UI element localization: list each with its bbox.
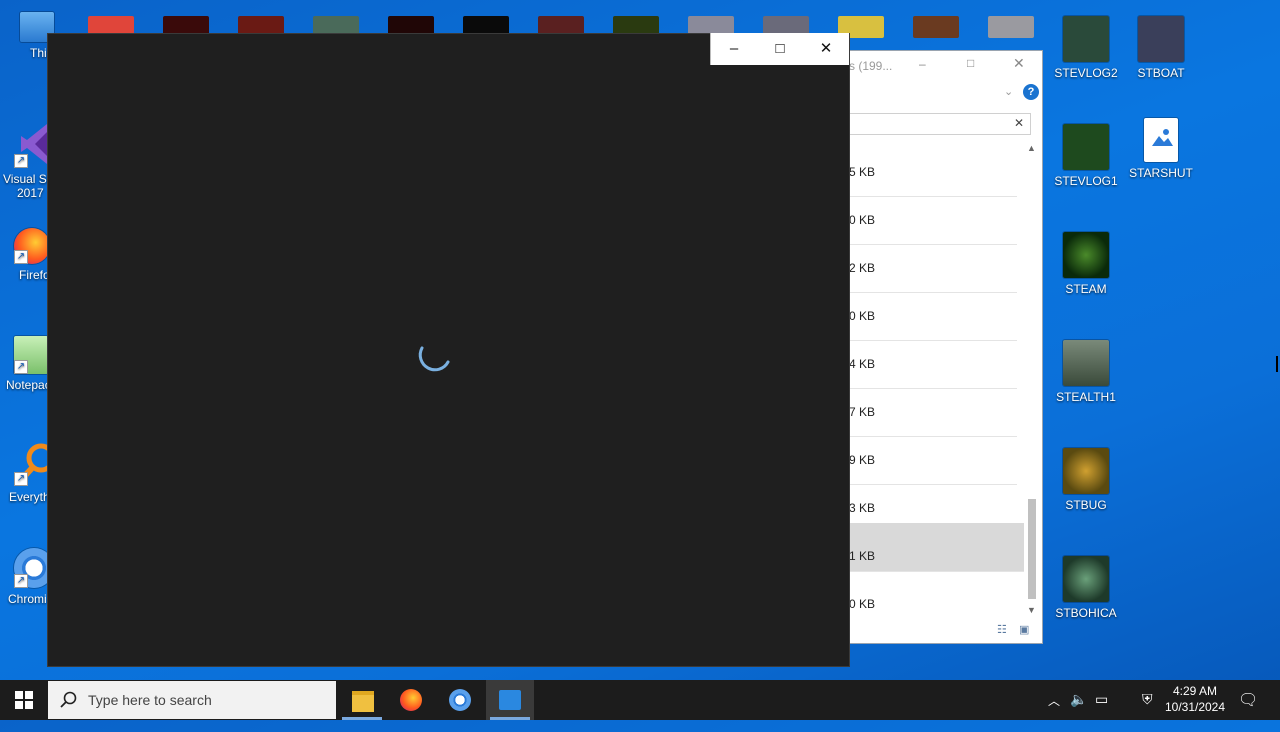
- shortcut-arrow-icon: ↗: [14, 250, 28, 264]
- file-size: 3 KB: [849, 501, 876, 515]
- stbohica-thumbnail-icon: [1063, 556, 1109, 602]
- security-icon[interactable]: ⛨: [1142, 691, 1153, 731]
- maximize-button[interactable]: □: [757, 33, 803, 65]
- stevlog1-thumbnail-icon: [1063, 124, 1109, 170]
- window-controls: – □ ✕: [710, 33, 849, 65]
- taskbar-file-explorer[interactable]: [338, 680, 386, 720]
- photos-icon: [499, 690, 521, 710]
- desktop-icon-stealth1[interactable]: STEALTH1: [1048, 340, 1124, 404]
- stbug-thumbnail-icon: [1063, 448, 1109, 494]
- file-row[interactable]: 2 KB: [849, 245, 1017, 293]
- folder-icon: [352, 691, 374, 712]
- desktop-icon-starshut[interactable]: STARSHUT: [1123, 118, 1199, 180]
- shortcut-arrow-icon: ↗: [14, 154, 28, 168]
- desktop-icon-label: STEVLOG2: [1054, 66, 1118, 80]
- minimize-icon[interactable]: –: [919, 57, 926, 71]
- clear-search-icon[interactable]: ✕: [1014, 116, 1024, 130]
- file-row-selected[interactable]: 1 KB: [849, 523, 1024, 572]
- desktop-icon-label: STEAM: [1065, 282, 1107, 296]
- minimize-button[interactable]: –: [711, 33, 757, 65]
- desktop-icon-stbug[interactable]: STBUG: [1048, 448, 1124, 512]
- help-icon[interactable]: ?: [1023, 84, 1039, 100]
- chevron-down-icon[interactable]: ⌄: [1004, 85, 1013, 98]
- scroll-down-icon[interactable]: ▼: [1027, 605, 1036, 615]
- file-size: 4 KB: [849, 357, 876, 371]
- loading-spinner-icon: [418, 346, 450, 372]
- file-size: 0 KB: [849, 597, 876, 611]
- desktop-icon-partial[interactable]: [913, 16, 959, 38]
- taskbar-search-box[interactable]: Type here to search: [48, 681, 336, 719]
- file-size: 2 KB: [849, 261, 876, 275]
- firefox-icon: ↗: [14, 228, 50, 264]
- taskbar-chromium[interactable]: [436, 680, 484, 720]
- volume-muted-icon[interactable]: 🔈: [1070, 691, 1087, 731]
- desktop-icon-stbohica[interactable]: STBOHICA: [1048, 556, 1124, 620]
- explorer-title: s (199...: [849, 59, 893, 73]
- file-size: 5 KB: [849, 165, 876, 179]
- desktop-icon-label: STARSHUT: [1129, 166, 1193, 180]
- file-row[interactable]: 4 KB: [849, 341, 1017, 389]
- app-window[interactable]: [47, 33, 850, 667]
- file-row[interactable]: 9 KB: [849, 437, 1017, 485]
- explorer-title-bar[interactable]: s (199... – □ ✕: [821, 51, 1042, 81]
- desktop-icon-label: STBOAT: [1137, 66, 1185, 80]
- show-hidden-icons-chevron-icon[interactable]: ︿: [1048, 692, 1060, 732]
- close-icon[interactable]: ✕: [1013, 55, 1025, 72]
- desktop-icon-partial[interactable]: [988, 16, 1034, 38]
- start-button[interactable]: [0, 680, 48, 720]
- maximize-icon[interactable]: □: [967, 56, 974, 70]
- stboat-thumbnail-icon: [1138, 16, 1184, 62]
- chromium-icon: [449, 689, 471, 711]
- file-row[interactable]: 0 KB: [849, 293, 1017, 341]
- stevlog2-thumbnail-icon: [1063, 16, 1109, 62]
- desktop-icon-stevlog1[interactable]: STEVLOG1: [1048, 124, 1124, 188]
- file-size: 0 KB: [849, 213, 876, 227]
- file-explorer-window[interactable]: s (199... – □ ✕ ⌄ ? ✕ 5 KB 0 KB 2 KB 0 K…: [820, 50, 1043, 644]
- file-size: 9 KB: [849, 453, 876, 467]
- clock[interactable]: 4:29 AM 10/31/2024: [1164, 680, 1226, 720]
- shortcut-arrow-icon: ↗: [14, 574, 28, 588]
- scroll-thumb[interactable]: [1028, 499, 1036, 599]
- file-row[interactable]: 5 KB: [849, 149, 1017, 197]
- search-placeholder: Type here to search: [88, 692, 212, 708]
- stealth1-thumbnail-icon: [1063, 340, 1109, 386]
- notifications-icon[interactable]: 🗨: [1238, 690, 1258, 730]
- image-file-icon: [1144, 118, 1178, 162]
- close-button[interactable]: ✕: [803, 33, 849, 65]
- file-row[interactable]: 7 KB: [849, 389, 1017, 437]
- desktop-icon-label: STEVLOG1: [1054, 174, 1118, 188]
- desktop-icon-label: STEALTH1: [1056, 390, 1116, 404]
- desktop-icon-stboat[interactable]: STBOAT: [1123, 16, 1199, 80]
- desktop-icon-label: STBOHICA: [1055, 606, 1117, 620]
- desktop-icon-stevlog2[interactable]: STEVLOG2: [1048, 16, 1124, 80]
- file-row[interactable]: 0 KB: [849, 197, 1017, 245]
- mouse-cursor-icon: [1276, 356, 1278, 372]
- search-box[interactable]: ✕: [849, 113, 1031, 135]
- taskbar-firefox[interactable]: [387, 680, 435, 720]
- file-size: 7 KB: [849, 405, 876, 419]
- windows-logo-icon: [15, 691, 33, 709]
- file-size: 1 KB: [849, 549, 876, 563]
- large-icons-view-icon[interactable]: ▣: [1019, 623, 1029, 636]
- taskbar: Type here to search ︿ 🔈 ▭ ⛨ 4:29 AM 10/3…: [0, 680, 1280, 720]
- firefox-icon: [400, 689, 422, 711]
- taskbar-photos[interactable]: [486, 680, 534, 720]
- scroll-up-icon[interactable]: ▲: [1027, 143, 1036, 153]
- desktop-icon-label: STBUG: [1065, 498, 1107, 512]
- shortcut-arrow-icon: ↗: [14, 360, 28, 374]
- vertical-scrollbar[interactable]: ▲ ▼: [1024, 143, 1040, 619]
- network-icon[interactable]: ▭: [1095, 691, 1108, 731]
- desktop-icon-steam[interactable]: STEAM: [1048, 232, 1124, 296]
- shortcut-arrow-icon: ↗: [14, 472, 28, 486]
- file-row[interactable]: 0 KB: [849, 581, 1017, 628]
- search-icon: [60, 691, 77, 708]
- clock-time: 4:29 AM: [1172, 684, 1218, 698]
- steam-thumbnail-icon: [1063, 232, 1109, 278]
- notepad-icon: ↗: [14, 336, 48, 374]
- details-view-icon[interactable]: ☷: [997, 623, 1007, 636]
- clock-date: 10/31/2024: [1164, 700, 1226, 714]
- file-size: 0 KB: [849, 309, 876, 323]
